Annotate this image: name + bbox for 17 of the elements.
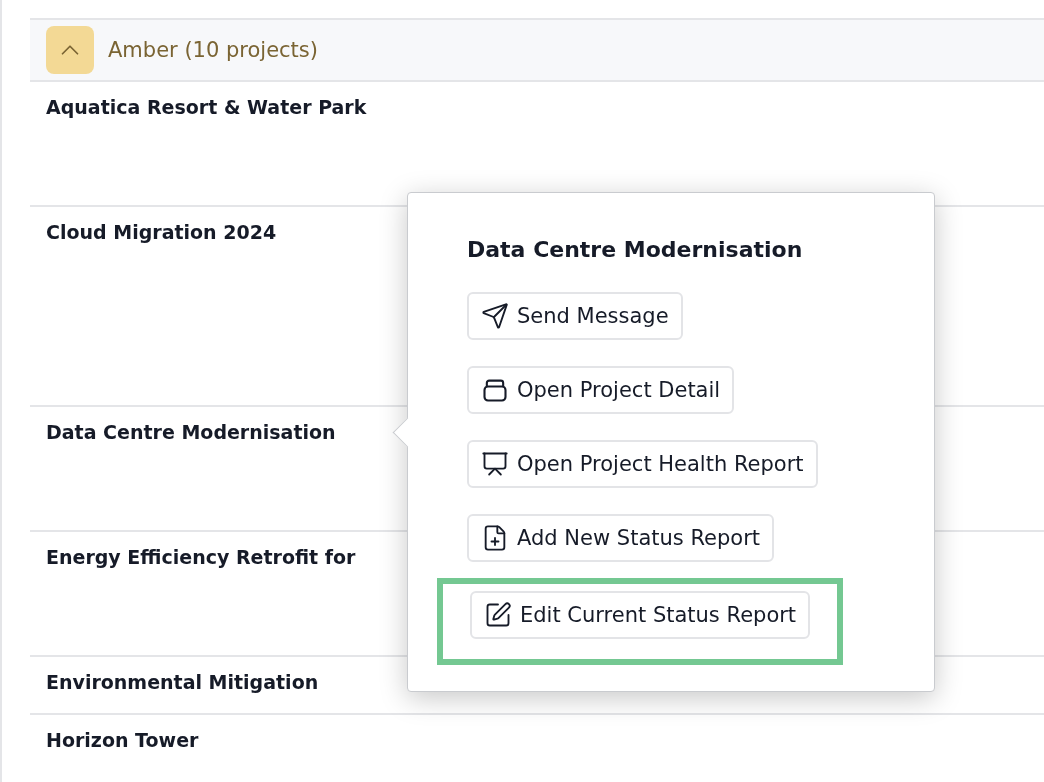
edit-icon: [484, 601, 512, 629]
project-name[interactable]: Environmental Mitigation: [46, 671, 319, 693]
collapse-toggle[interactable]: [46, 26, 94, 74]
project-name[interactable]: Data Centre Modernisation: [46, 421, 336, 443]
project-name[interactable]: Horizon Tower: [46, 729, 199, 751]
chart-board-icon: [481, 450, 509, 478]
group-label: Amber (10 projects): [108, 38, 318, 62]
project-name[interactable]: Aquatica Resort & Water Park: [46, 96, 367, 118]
action-button[interactable]: Edit Current Status Report: [470, 591, 811, 639]
popover-title: Data Centre Modernisation: [467, 237, 804, 262]
action-button[interactable]: Send Message: [467, 292, 683, 340]
project-name[interactable]: Energy Efficiency Retrofit for: [46, 546, 356, 568]
send-icon: [481, 302, 509, 330]
project-name[interactable]: Cloud Migration 2024: [46, 221, 277, 243]
action-button[interactable]: Add New Status Report: [467, 514, 775, 562]
action-button[interactable]: Open Project Health Report: [467, 440, 818, 488]
action-button[interactable]: Open Project Detail: [467, 366, 735, 414]
